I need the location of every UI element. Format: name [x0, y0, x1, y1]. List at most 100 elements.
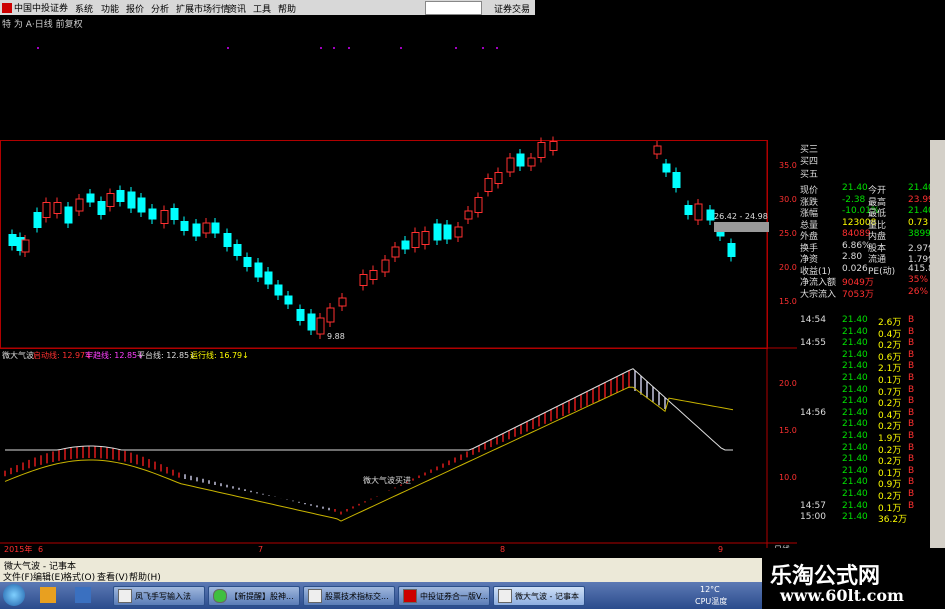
tick-row: 14:56 21.40 0.4万 B [800, 407, 930, 421]
price-label: 35.00 [779, 161, 797, 170]
tick-flag: B [908, 465, 915, 476]
tick-flag: B [908, 419, 915, 430]
price-label: 15.00 [779, 297, 797, 306]
tick-row: 15:00 21.40 36.2万 [800, 512, 930, 525]
candle-body [284, 295, 293, 305]
time-label: 7 [258, 545, 263, 554]
app-icon [118, 589, 132, 603]
candle-body [326, 307, 335, 323]
start-button[interactable] [3, 584, 25, 606]
quote-value: 7053万 [842, 289, 874, 300]
taskbar-btn-broker[interactable]: 中投证券合一版V... [398, 586, 490, 606]
quote-value-2: 35% [908, 275, 929, 285]
candle-body [694, 203, 703, 221]
candle-body [391, 246, 400, 258]
candle-body [727, 243, 736, 257]
quote-value: 84089 [842, 229, 871, 239]
candle-body [64, 206, 73, 224]
quote-panel: 买三 买四 买五 现价 21.40 今开 21.40 涨跌 -2.38 最高 23.99 涨幅 -… [797, 140, 937, 550]
quote-row: 涨跌 -2.38 最高 23.99 [800, 194, 934, 208]
candle-body [506, 157, 515, 173]
candle-body [433, 223, 442, 241]
candle-body [127, 191, 136, 209]
legend-start-line: 启动线: 12.97↓ [33, 350, 92, 360]
candle-body [170, 208, 179, 220]
tick-row: 21.40 0.4万 B [800, 327, 930, 340]
tick-row: 21.40 0.1万 B [800, 465, 930, 479]
buy-signal-annotation: 微大气波买进 [363, 475, 411, 485]
tick-price: 21.40 [842, 465, 868, 476]
candle-body [254, 262, 263, 278]
tick-row: 14:54 21.40 2.6万 B [800, 315, 930, 328]
candle-body [549, 141, 558, 151]
candle-body [411, 232, 420, 248]
browser-icon [213, 589, 227, 603]
temp-readout: 12°C [700, 585, 720, 594]
quote-value: 2.80 [842, 252, 863, 262]
taskbar-btn-indicator[interactable]: 股票技术指标交... [303, 586, 395, 606]
candle-body [42, 202, 51, 218]
tick-flag: B [908, 384, 915, 395]
tick-row: 21.40 0.2万 B [800, 489, 930, 502]
chart-canvas[interactable]: 35.00 30.00 25.00 20.00 15.00 9.88 26.42… [0, 0, 797, 558]
tick-row: 21.40 0.2万 B [800, 454, 930, 467]
tick-price: 21.40 [842, 419, 868, 430]
candle-body [8, 234, 17, 246]
tick-row: 21.40 1.9万 B [800, 431, 930, 444]
candle-body [137, 197, 146, 213]
taskbar-btn-browser[interactable]: 【新提醒】股神... [208, 586, 300, 606]
taskbar-btn-notepad[interactable]: 微大气波 - 记事本 [493, 586, 585, 606]
candle-body [537, 142, 546, 158]
notepad-icon [498, 589, 512, 603]
tick-price: 21.40 [842, 454, 868, 465]
tick-row: 21.40 0.7万 B [800, 384, 930, 398]
broker-icon [403, 589, 417, 603]
low-label: 9.88 [327, 332, 345, 341]
tick-price: 21.40 [842, 373, 868, 383]
tick-price: 21.40 [842, 442, 868, 453]
candle-body [33, 212, 42, 228]
quote-value: -2.38 [842, 194, 866, 205]
temp-sublabel: CPU温度 [695, 597, 728, 606]
candle-body [316, 317, 325, 335]
candle-body [180, 221, 189, 231]
quote-row: 净流入额 9049万 35% [800, 275, 930, 288]
taskbar: 凤飞手写输入法 【新提醒】股神... 股票技术指标交... 中投证券合一版V..… [0, 582, 762, 609]
pen-icon[interactable] [75, 587, 91, 603]
candle-body [296, 309, 305, 321]
tick-time: 14:54 [800, 315, 826, 325]
quote-row: 外盘 84089 内盘 38999 [800, 229, 937, 242]
folder-icon[interactable] [40, 587, 56, 603]
quote-row: 收益(1) 0.026 PE(动) 415.8 [800, 264, 934, 277]
range-label: 26.42 - 24.98 [714, 212, 768, 221]
tick-row: 21.40 0.6万 B [800, 349, 930, 363]
notepad-window: 微大气波 - 记事本 文件(F) 编辑(E) 格式(O) 查看(V) 帮助(H) [0, 558, 762, 583]
tick-flag: B [908, 477, 915, 488]
time-label: 2015年 [4, 544, 32, 554]
tick-price: 21.40 [842, 349, 868, 360]
tick-time: 14:57 [800, 500, 826, 511]
tick-price: 21.40 [842, 338, 868, 349]
tick-row: 14:55 21.40 0.2万 B [800, 338, 930, 351]
tick-row: 21.40 0.2万 B [800, 442, 930, 456]
vertical-scrollbar[interactable] [930, 140, 945, 550]
candle-body [381, 259, 390, 273]
quote-value-2: 26% [908, 286, 929, 297]
candle-body [443, 224, 452, 240]
tick-price: 21.40 [842, 512, 868, 523]
candle-body [421, 231, 430, 245]
run-line [4, 386, 734, 522]
candle-body [662, 163, 671, 173]
tick-flag: B [908, 373, 915, 383]
quote-row: 涨幅 -10.01% 最低 21.40 [800, 206, 934, 219]
tick-flag: B [908, 489, 915, 499]
tick-price: 21.40 [842, 361, 868, 372]
candle-body [706, 209, 715, 221]
tick-flag: B [908, 407, 915, 418]
watermark-url: www.60lt.com [780, 586, 904, 605]
candle-body [454, 226, 463, 238]
taskbar-btn-input[interactable]: 凤飞手写输入法 [113, 586, 205, 606]
tick-row: 21.40 0.9万 B [800, 477, 930, 490]
candle-body [338, 297, 347, 307]
tick-time: 14:56 [800, 407, 826, 418]
